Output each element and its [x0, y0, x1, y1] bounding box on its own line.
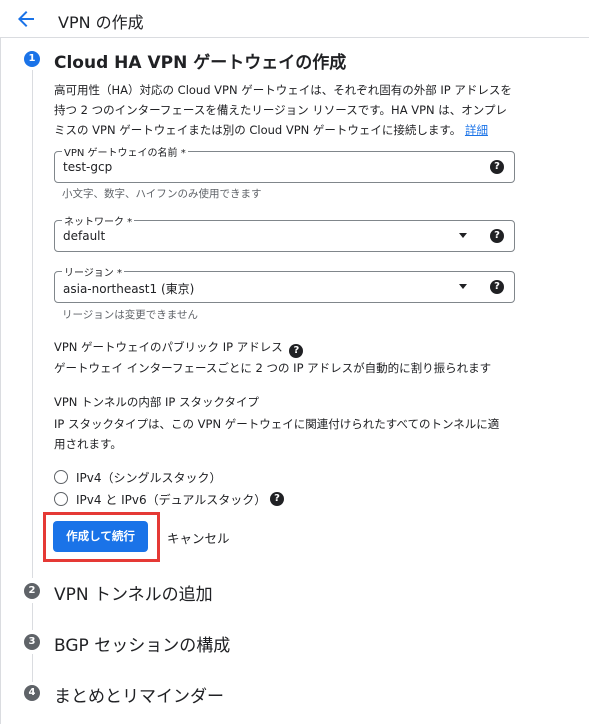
- panel-border: [0, 38, 4, 724]
- dropdown-arrow-icon[interactable]: [459, 284, 467, 289]
- learn-more-link[interactable]: 詳細: [465, 123, 488, 137]
- help-icon[interactable]: ?: [490, 229, 504, 243]
- stack-type-heading: VPN トンネルの内部 IP スタックタイプ: [54, 395, 260, 409]
- gateway-name-field[interactable]: VPN ゲートウェイの名前 * test-gcp ?: [54, 144, 515, 183]
- step-2-number: 2: [24, 583, 40, 599]
- step-description: 高可用性（HA）対応の Cloud VPN ゲートウェイは、それぞれ固有の外部 …: [54, 83, 512, 137]
- network-label: ネットワーク *: [62, 213, 135, 228]
- help-icon[interactable]: ?: [490, 160, 504, 174]
- page-header: VPN の作成: [0, 0, 589, 38]
- public-ip-text: ゲートウェイ インターフェースごとに 2 つの IP アドレスが自動的に割り振ら…: [54, 361, 492, 375]
- region-label: リージョン *: [62, 264, 124, 279]
- radio-ipv4-label[interactable]: IPv4（シングルスタック）: [76, 469, 222, 486]
- public-ip-heading: VPN ゲートウェイのパブリック IP アドレス ?: [54, 339, 304, 358]
- create-and-continue-button[interactable]: 作成して続行: [53, 521, 148, 552]
- gateway-name-value[interactable]: test-gcp: [63, 160, 112, 174]
- step-1-title: Cloud HA VPN ゲートウェイの作成: [54, 53, 347, 73]
- radio-dual-stack[interactable]: [54, 492, 68, 506]
- dropdown-arrow-icon[interactable]: [459, 233, 467, 238]
- gateway-name-label: VPN ゲートウェイの名前 *: [62, 144, 188, 159]
- network-select[interactable]: ネットワーク * default ?: [54, 213, 515, 252]
- help-icon[interactable]: ?: [270, 492, 284, 506]
- network-value: default: [63, 229, 106, 243]
- radio-dual-stack-label[interactable]: IPv4 と IPv6（デュアルスタック）: [76, 491, 266, 508]
- region-value: asia-northeast1 (東京): [63, 282, 195, 296]
- step-1-number: 1: [24, 51, 40, 67]
- region-hint: リージョンは変更できません: [62, 309, 198, 321]
- help-icon[interactable]: ?: [289, 344, 304, 358]
- region-select[interactable]: リージョン * asia-northeast1 (東京) ?: [54, 264, 515, 303]
- step-connector: [32, 654, 33, 682]
- stack-type-text: IP スタックタイプは、この VPN ゲートウェイに関連付けられたすべてのトンネ…: [54, 417, 500, 451]
- step-3-title: BGP セッションの構成: [54, 636, 231, 656]
- step-connector: [32, 70, 33, 578]
- help-icon[interactable]: ?: [490, 280, 504, 294]
- cancel-button[interactable]: キャンセル: [167, 528, 230, 547]
- step-2-title: VPN トンネルの追加: [54, 585, 213, 605]
- gateway-name-hint: 小文字、数字、ハイフンのみ使用できます: [62, 188, 262, 200]
- step-connector: [32, 603, 33, 630]
- back-arrow-icon[interactable]: [14, 7, 38, 31]
- page-title: VPN の作成: [58, 13, 144, 32]
- radio-ipv4[interactable]: [54, 470, 68, 484]
- step-3-number: 3: [24, 634, 40, 650]
- step-4-title: まとめとリマインダー: [54, 687, 224, 707]
- step-4-number: 4: [24, 685, 40, 701]
